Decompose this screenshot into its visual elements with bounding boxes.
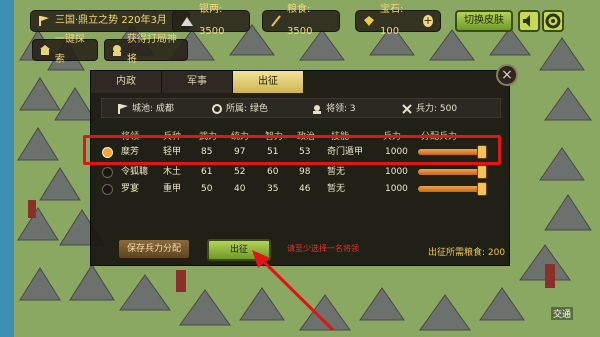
select-radio[interactable] (102, 184, 113, 195)
belong-text: 所属: 绿色 (226, 104, 268, 114)
tab-internal-affairs[interactable]: 内政 (91, 71, 162, 93)
tab-military[interactable]: 军事 (162, 71, 233, 93)
select-radio[interactable] (102, 167, 113, 178)
general-icon (113, 45, 121, 56)
close-button[interactable]: × (496, 64, 518, 86)
slider-handle[interactable] (476, 165, 487, 179)
general-name: 罗宴 (121, 184, 140, 194)
gem-text: 宝石: 100 (380, 4, 404, 37)
silver-pill: 银两: 3500 (172, 4, 250, 37)
explore-button[interactable]: 一键探索 (32, 34, 98, 65)
city-text: 城池: 成都 (132, 104, 174, 114)
map-label: 交通 (551, 307, 574, 320)
selected-row-highlight (83, 135, 501, 165)
recruit-button[interactable]: 获得打局神将 (104, 34, 188, 65)
generals-info: 将领: 3 (312, 99, 356, 119)
recruit-label: 获得打局神将 (126, 34, 177, 65)
tab-expedition[interactable]: 出征 (233, 71, 304, 93)
add-gem-icon[interactable]: + (423, 15, 433, 27)
tab-bar: 内政 军事 出征 (91, 71, 391, 93)
stat-command: 52 (234, 167, 246, 177)
troop-type: 重甲 (163, 184, 182, 194)
troop-slider[interactable] (418, 182, 487, 196)
gear-icon (212, 104, 222, 114)
general-icon (313, 105, 321, 114)
season-pill: 三国·鼎立之势 220年3月 (30, 10, 190, 32)
table-row[interactable]: 罗宴 重甲 50 40 35 46 暂无 1000 (91, 181, 511, 197)
flag-icon (118, 104, 128, 114)
hint-text: 请至少选择一名将领 (287, 244, 359, 253)
troops-text: 兵力: 500 (416, 104, 458, 114)
troop-type: 木土 (163, 167, 182, 177)
table-row[interactable]: 令狐聰 木土 61 52 60 98 暂无 1000 (91, 164, 511, 180)
speaker-icon[interactable] (518, 10, 540, 32)
stat-politics: 46 (299, 184, 311, 194)
stat-force: 50 (201, 184, 213, 194)
stat-intel: 60 (267, 167, 279, 177)
troop-count: 1000 (385, 167, 408, 177)
grain-icon (271, 15, 281, 27)
skill-name: 暂无 (327, 167, 346, 177)
stat-force: 61 (201, 167, 213, 177)
stat-intel: 35 (267, 184, 279, 194)
general-name: 令狐聰 (121, 167, 149, 177)
silver-text: 银两: 3500 (199, 4, 225, 37)
troops-info: 兵力: 500 (402, 99, 457, 119)
swords-icon (402, 104, 412, 114)
grain-text: 粮食: 3500 (287, 4, 313, 37)
gem-pill: 宝石: 100 + (355, 4, 441, 37)
silver-icon (181, 17, 193, 26)
stat-politics: 98 (299, 167, 311, 177)
troop-count: 1000 (385, 184, 408, 194)
save-allocation-button[interactable]: 保存兵力分配 (118, 239, 190, 259)
city-info: 城池: 成都 (118, 99, 174, 119)
skill-name: 暂无 (327, 184, 346, 194)
cost-text: 出征所需粮食: 200 (428, 248, 506, 258)
stat-command: 40 (234, 184, 246, 194)
close-icon: × (501, 67, 513, 83)
city-info-bar: 城池: 成都 所属: 绿色 将领: 3 兵力: 500 (101, 98, 501, 118)
flag-icon (39, 16, 49, 26)
gear-icon[interactable] (542, 10, 564, 32)
explore-label: 一键探索 (54, 34, 85, 65)
generals-text: 将领: 3 (326, 104, 356, 114)
switch-skin-button[interactable]: 切换皮肤 (455, 10, 513, 32)
grain-pill: 粮食: 3500 (262, 4, 340, 37)
belong-info: 所属: 绿色 (212, 99, 268, 119)
expedition-button[interactable]: 出征 (207, 239, 271, 261)
season-text: 三国·鼎立之势 220年3月 (55, 15, 167, 26)
gem-icon (364, 16, 374, 26)
troop-slider[interactable] (418, 165, 487, 179)
expedition-panel: 内政 军事 出征 城池: 成都 所属: 绿色 将领: 3 兵力: 500 将领 … (90, 70, 510, 266)
building-icon (40, 45, 50, 55)
slider-handle[interactable] (476, 182, 487, 196)
